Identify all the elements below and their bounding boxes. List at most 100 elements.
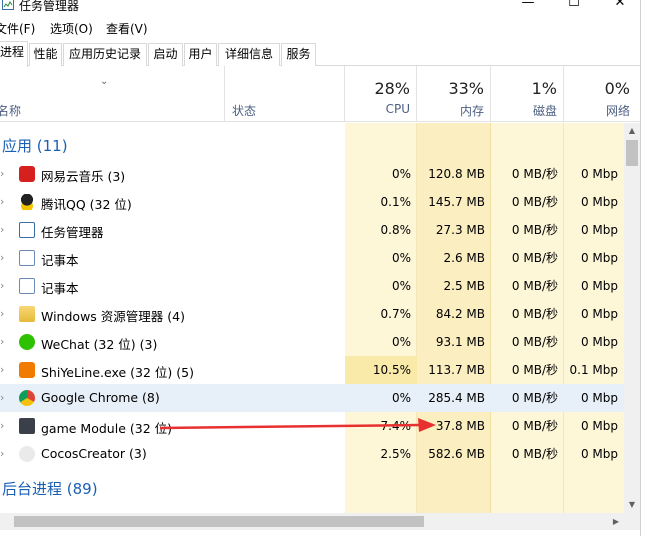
menu-file[interactable]: 文件(F) bbox=[0, 20, 35, 37]
maximize-button[interactable]: ☐ bbox=[551, 0, 597, 14]
process-row[interactable]: › 记事本 0% 2.6 MB 0 MB/秒 0 Mbp bbox=[0, 244, 624, 272]
column-header: ⌄ 名称 状态 28% CPU 33% 内存 1% 磁盘 0% 网络 bbox=[0, 66, 650, 122]
process-cpu-cell: 0% bbox=[391, 251, 411, 265]
expand-chevron-icon[interactable]: › bbox=[0, 279, 12, 293]
process-mem-cell: 27.3 MB bbox=[435, 223, 485, 237]
header-mem[interactable]: 33% 内存 bbox=[417, 66, 491, 122]
expand-chevron-icon[interactable]: › bbox=[0, 307, 12, 321]
tab-startup[interactable]: 启动 bbox=[148, 43, 183, 66]
process-row[interactable]: › ShiYeLine.exe (32 位) (5) 10.5% 113.7 MB 0 … bbox=[0, 356, 624, 384]
close-button[interactable]: ✕ bbox=[597, 0, 643, 14]
expand-chevron-icon[interactable]: › bbox=[0, 251, 12, 265]
window-title: 任务管理器 bbox=[19, 0, 80, 13]
scroll-corner bbox=[624, 513, 640, 530]
shiyeline-icon bbox=[19, 362, 35, 378]
expand-chevron-icon[interactable]: › bbox=[0, 335, 12, 349]
header-name-label: 名称 bbox=[0, 104, 22, 118]
process-row[interactable]: › WeChat (32 位) (3) 0% 93.1 MB 0 MB/秒 0 Mbp bbox=[0, 328, 624, 356]
expand-chevron-icon[interactable]: › bbox=[0, 195, 12, 209]
task-manager-app-icon bbox=[2, 0, 14, 10]
process-disk-cell: 0 MB/秒 bbox=[511, 279, 558, 293]
process-row[interactable]: › 任务管理器 0.8% 27.3 MB 0 MB/秒 0 Mbp bbox=[0, 216, 624, 244]
horizontal-scroll-thumb[interactable] bbox=[14, 516, 424, 527]
header-net[interactable]: 0% 网络 bbox=[564, 66, 640, 122]
process-name: 任务管理器 bbox=[41, 225, 104, 240]
group-background[interactable]: 后台进程 (89) bbox=[0, 468, 624, 498]
expand-chevron-icon[interactable]: › bbox=[0, 391, 12, 405]
process-disk-cell: 0 MB/秒 bbox=[511, 167, 558, 181]
notepad-icon bbox=[19, 278, 35, 294]
menu-view[interactable]: 查看(V) bbox=[106, 20, 148, 37]
tab-processes[interactable]: 进程 bbox=[0, 41, 28, 67]
expand-chevron-icon[interactable]: › bbox=[0, 419, 12, 433]
process-disk-cell: 0 MB/秒 bbox=[511, 419, 558, 433]
menu-options[interactable]: 选项(O) bbox=[50, 20, 93, 37]
process-cpu-cell: 0% bbox=[391, 335, 411, 349]
process-row[interactable]: › 网易云音乐 (3) 0% 120.8 MB 0 MB/秒 0 Mbp bbox=[0, 160, 624, 188]
group-background-title: 后台进程 (89) bbox=[2, 480, 98, 498]
title-bar: 任务管理器 — ☐ ✕ bbox=[0, 0, 650, 16]
tab-app-history[interactable]: 应用历史记录 bbox=[63, 43, 147, 66]
cocos-icon bbox=[19, 446, 35, 462]
process-net-cell: 0.1 Mbp bbox=[569, 363, 619, 377]
expand-chevron-icon[interactable]: › bbox=[0, 167, 12, 181]
process-row[interactable]: › CocosCreator (3) 2.5% 582.6 MB 0 MB/秒 0 Mbp bbox=[0, 440, 624, 468]
tab-users[interactable]: 用户 bbox=[184, 43, 217, 66]
header-status[interactable]: 状态 bbox=[225, 66, 345, 122]
process-name: CocosCreator (3) bbox=[41, 446, 147, 461]
sort-chevron-icon: ⌄ bbox=[100, 76, 109, 87]
process-cpu-cell: 2.5% bbox=[380, 447, 412, 461]
process-mem-cell: 145.7 MB bbox=[428, 195, 485, 209]
qq-icon bbox=[19, 194, 35, 210]
expand-chevron-icon[interactable]: › bbox=[0, 223, 12, 237]
header-name[interactable]: ⌄ 名称 bbox=[0, 66, 225, 122]
process-row[interactable]: › game Module (32 位) 7.4% 37.8 MB 0 MB/秒 0 Mb… bbox=[0, 412, 624, 440]
expand-chevron-icon[interactable]: › bbox=[0, 447, 12, 461]
scroll-up-icon[interactable]: ▲ bbox=[624, 123, 640, 139]
header-status-label: 状态 bbox=[232, 104, 257, 118]
process-name: WeChat (32 位) (3) bbox=[41, 337, 158, 352]
netease-music-icon bbox=[19, 166, 35, 182]
process-row[interactable]: › 记事本 0% 2.5 MB 0 MB/秒 0 Mbp bbox=[0, 272, 624, 300]
header-net-label: 网络 bbox=[605, 104, 630, 118]
expand-chevron-icon[interactable]: › bbox=[0, 363, 12, 377]
game-module-icon bbox=[19, 418, 35, 434]
horizontal-scrollbar[interactable]: ▶ bbox=[0, 513, 624, 530]
folder-icon bbox=[19, 306, 35, 322]
header-cpu[interactable]: 28% CPU bbox=[345, 66, 417, 122]
minimize-button[interactable]: — bbox=[505, 0, 551, 14]
process-net-cell: 0 Mbp bbox=[580, 307, 618, 321]
process-net-cell: 0 Mbp bbox=[580, 195, 618, 209]
header-disk[interactable]: 1% 磁盘 bbox=[491, 66, 564, 122]
group-apps[interactable]: 应用 (11) bbox=[0, 129, 624, 157]
process-cpu-cell: 0% bbox=[391, 391, 411, 405]
tab-bar: 进程 性能 应用历史记录 启动 用户 详细信息 服务 bbox=[0, 41, 650, 67]
process-name: 记事本 bbox=[41, 253, 79, 268]
tab-performance[interactable]: 性能 bbox=[29, 43, 62, 66]
tab-details[interactable]: 详细信息 bbox=[218, 43, 280, 66]
process-disk-cell: 0 MB/秒 bbox=[511, 335, 558, 349]
process-name: 记事本 bbox=[41, 281, 79, 296]
process-cpu-cell: 7.4% bbox=[380, 419, 412, 433]
group-apps-title: 应用 (11) bbox=[2, 137, 68, 155]
scroll-right-icon[interactable]: ▶ bbox=[608, 513, 624, 530]
process-net-cell: 0 Mbp bbox=[580, 335, 618, 349]
tab-services[interactable]: 服务 bbox=[281, 43, 316, 66]
process-cpu-cell: 0.8% bbox=[380, 223, 412, 237]
process-row[interactable]: › Google Chrome (8) 0% 285.4 MB 0 MB/秒 0 Mbp bbox=[0, 384, 624, 412]
process-list: 应用 (11) › 网易云音乐 (3) 0% 120.8 MB 0 MB/秒 0 Mbp ›… bbox=[0, 123, 624, 513]
process-mem-cell: 2.5 MB bbox=[443, 279, 485, 293]
process-row[interactable]: › 腾讯QQ (32 位) 0.1% 145.7 MB 0 MB/秒 0 Mbp bbox=[0, 188, 624, 216]
header-cpu-label: CPU bbox=[385, 102, 410, 116]
menu-bar: 文件(F) 选项(O) 查看(V) bbox=[0, 17, 650, 39]
header-mem-pct: 33% bbox=[448, 79, 484, 98]
process-mem-cell: 37.8 MB bbox=[435, 419, 485, 433]
process-net-cell: 0 Mbp bbox=[580, 391, 618, 405]
scroll-down-icon[interactable]: ▼ bbox=[624, 497, 640, 513]
process-row[interactable]: › Windows 资源管理器 (4) 0.7% 84.2 MB 0 MB/秒 0 Mbp bbox=[0, 300, 624, 328]
vertical-scroll-thumb[interactable] bbox=[626, 140, 638, 166]
process-net-cell: 0 Mbp bbox=[580, 167, 618, 181]
vertical-scrollbar[interactable]: ▲ ▼ bbox=[624, 123, 640, 513]
process-mem-cell: 84.2 MB bbox=[435, 307, 485, 321]
process-cpu-cell: 0% bbox=[391, 279, 411, 293]
